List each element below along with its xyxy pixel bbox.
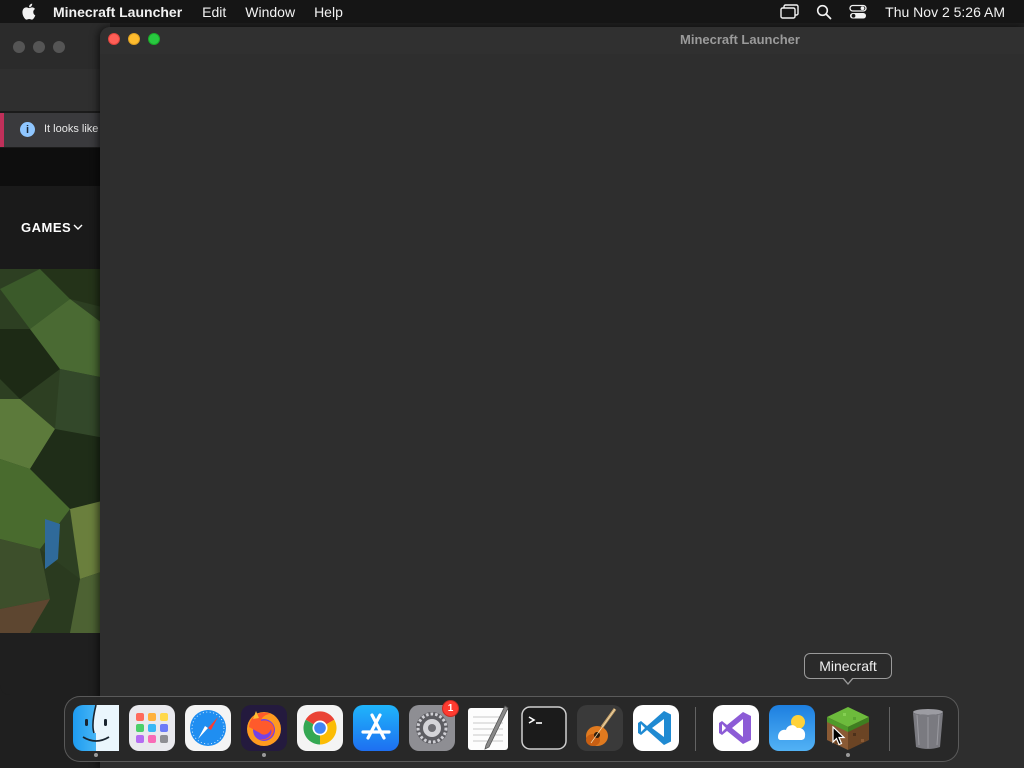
mouse-cursor-icon — [832, 726, 846, 746]
browser-info-bar: i It looks like — [0, 113, 110, 147]
dock-item-chrome[interactable] — [297, 705, 343, 751]
finder-icon — [73, 705, 119, 751]
dock-item-firefox[interactable] — [241, 705, 287, 757]
dock-separator — [889, 707, 890, 751]
garageband-icon — [577, 705, 623, 751]
dock-item-trash[interactable] — [905, 705, 951, 751]
launchpad-icon — [129, 705, 175, 751]
chrome-icon — [297, 705, 343, 751]
apple-menu-icon[interactable] — [19, 3, 37, 21]
background-minimize-button[interactable] — [33, 41, 45, 53]
browser-toolbar — [0, 69, 110, 143]
dock: 1 — [64, 696, 959, 762]
dock-item-garageband[interactable] — [577, 705, 623, 751]
dock-item-safari[interactable] — [185, 705, 231, 751]
running-indicator — [846, 753, 850, 757]
site-header-bar — [0, 148, 110, 186]
dock-item-weather[interactable] — [769, 705, 815, 751]
app-store-icon — [353, 705, 399, 751]
menu-app-name[interactable]: Minecraft Launcher — [53, 4, 182, 20]
weather-icon — [769, 705, 815, 751]
background-window-footer — [0, 633, 110, 695]
dock-item-launchpad[interactable] — [129, 705, 175, 751]
info-bar-text: It looks like — [44, 123, 99, 135]
menu-bar: Minecraft Launcher Edit Window Help Thu … — [0, 0, 1024, 23]
dock-item-textedit[interactable] — [465, 705, 511, 751]
spotlight-search-icon[interactable] — [813, 3, 835, 21]
dock-item-visual-studio[interactable] — [713, 705, 759, 751]
dock-separator — [695, 707, 696, 751]
firefox-icon — [241, 705, 287, 751]
info-icon: i — [20, 122, 35, 137]
notification-badge: 1 — [442, 700, 459, 717]
safari-icon — [185, 705, 231, 751]
window-titlebar[interactable]: Minecraft Launcher — [100, 27, 1024, 55]
dock-item-app-store[interactable] — [353, 705, 399, 751]
window-title: Minecraft Launcher — [680, 32, 800, 47]
chevron-down-icon — [73, 224, 83, 230]
menu-edit[interactable]: Edit — [202, 4, 226, 20]
games-nav[interactable]: GAMES — [0, 186, 110, 269]
tooltip-arrow-inner — [843, 677, 853, 683]
vscode-icon — [633, 705, 679, 751]
terminal-icon — [521, 706, 567, 750]
games-menu-label[interactable]: GAMES — [21, 220, 71, 235]
running-indicator — [94, 753, 98, 757]
dock-item-vscode[interactable] — [633, 705, 679, 751]
control-center-icon[interactable] — [847, 3, 869, 21]
dock-item-system-settings[interactable]: 1 — [409, 700, 459, 751]
dock-item-finder[interactable] — [73, 705, 119, 757]
dock-item-terminal[interactable] — [521, 705, 567, 751]
visual-studio-icon — [713, 705, 759, 751]
background-close-button[interactable] — [13, 41, 25, 53]
textedit-icon — [468, 705, 509, 750]
background-maximize-button[interactable] — [53, 41, 65, 53]
running-indicator — [262, 753, 266, 757]
minecraft-hero-image — [0, 269, 110, 633]
screen-mirroring-icon[interactable] — [779, 3, 801, 21]
background-browser-window[interactable]: i It looks like GAMES — [0, 23, 110, 695]
menu-window[interactable]: Window — [245, 4, 295, 20]
dock-tooltip: Minecraft — [804, 653, 892, 679]
background-window-titlebar — [0, 23, 110, 69]
trash-icon — [913, 709, 943, 749]
menu-bar-clock[interactable]: Thu Nov 2 5:26 AM — [885, 4, 1005, 20]
menu-help[interactable]: Help — [314, 4, 343, 20]
